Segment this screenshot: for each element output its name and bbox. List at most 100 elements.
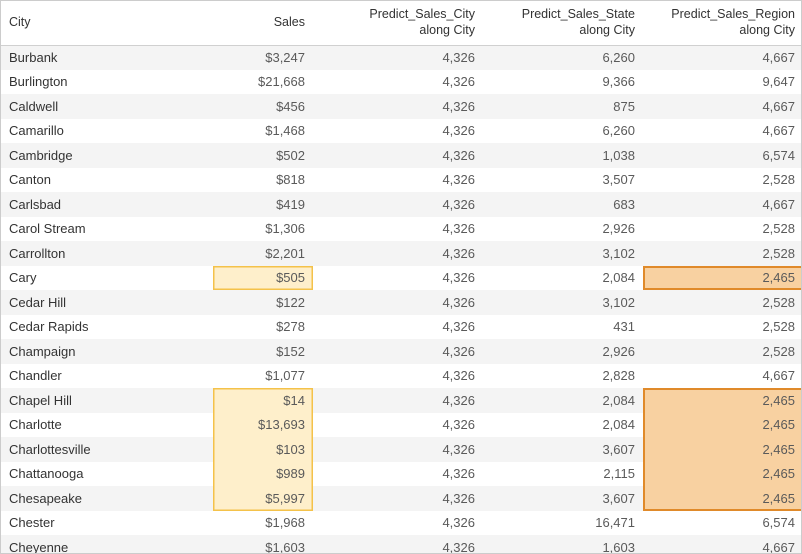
cell-pred-state[interactable]: 3,607	[483, 437, 643, 462]
table-row[interactable]: Cedar Rapids$2784,3264312,528	[1, 315, 802, 340]
cell-pred-city[interactable]: 4,326	[313, 94, 483, 119]
table-row[interactable]: Chattanooga$9894,3262,1152,465	[1, 462, 802, 487]
cell-pred-region[interactable]: 4,667	[643, 119, 802, 144]
cell-pred-city[interactable]: 4,326	[313, 388, 483, 413]
cell-pred-state[interactable]: 16,471	[483, 511, 643, 536]
cell-sales[interactable]: $278	[213, 315, 313, 340]
cell-pred-city[interactable]: 4,326	[313, 535, 483, 554]
cell-sales[interactable]: $2,201	[213, 241, 313, 266]
cell-city[interactable]: Charlotte	[1, 413, 213, 438]
col-header-pred-region[interactable]: Predict_Sales_Regionalong City	[643, 1, 802, 45]
cell-city[interactable]: Cedar Rapids	[1, 315, 213, 340]
cell-city[interactable]: Chesapeake	[1, 486, 213, 511]
cell-pred-city[interactable]: 4,326	[313, 192, 483, 217]
col-header-city[interactable]: City	[1, 1, 213, 45]
cell-pred-state[interactable]: 1,603	[483, 535, 643, 554]
cell-pred-state[interactable]: 2,084	[483, 266, 643, 291]
cell-sales[interactable]: $1,077	[213, 364, 313, 389]
cell-pred-region[interactable]: 6,574	[643, 511, 802, 536]
cell-city[interactable]: Canton	[1, 168, 213, 193]
table-row[interactable]: Charlotte$13,6934,3262,0842,465	[1, 413, 802, 438]
cell-pred-state[interactable]: 431	[483, 315, 643, 340]
cell-sales[interactable]: $1,968	[213, 511, 313, 536]
table-row[interactable]: Chester$1,9684,32616,4716,574	[1, 511, 802, 536]
table-row[interactable]: Carol Stream$1,3064,3262,9262,528	[1, 217, 802, 242]
cell-sales[interactable]: $502	[213, 143, 313, 168]
cell-pred-city[interactable]: 4,326	[313, 462, 483, 487]
table-row[interactable]: Camarillo$1,4684,3266,2604,667	[1, 119, 802, 144]
cell-city[interactable]: Carrollton	[1, 241, 213, 266]
cell-city[interactable]: Carol Stream	[1, 217, 213, 242]
cell-pred-region[interactable]: 2,528	[643, 290, 802, 315]
cell-sales[interactable]: $419	[213, 192, 313, 217]
table-row[interactable]: Cary$5054,3262,0842,465	[1, 266, 802, 291]
cell-city[interactable]: Charlottesville	[1, 437, 213, 462]
cell-city[interactable]: Carlsbad	[1, 192, 213, 217]
cell-pred-city[interactable]: 4,326	[313, 45, 483, 70]
cell-pred-region[interactable]: 2,465	[643, 462, 802, 487]
table-row[interactable]: Cedar Hill$1224,3263,1022,528	[1, 290, 802, 315]
cell-pred-city[interactable]: 4,326	[313, 413, 483, 438]
cell-city[interactable]: Chester	[1, 511, 213, 536]
cell-pred-city[interactable]: 4,326	[313, 168, 483, 193]
cell-pred-city[interactable]: 4,326	[313, 315, 483, 340]
cell-city[interactable]: Cary	[1, 266, 213, 291]
cell-pred-state[interactable]: 2,926	[483, 217, 643, 242]
cell-pred-region[interactable]: 9,647	[643, 70, 802, 95]
cell-city[interactable]: Cambridge	[1, 143, 213, 168]
cell-pred-region[interactable]: 2,465	[643, 388, 802, 413]
cell-pred-state[interactable]: 9,366	[483, 70, 643, 95]
col-header-sales[interactable]: Sales	[213, 1, 313, 45]
cell-pred-city[interactable]: 4,326	[313, 217, 483, 242]
table-row[interactable]: Cheyenne$1,6034,3261,6034,667	[1, 535, 802, 554]
table-row[interactable]: Chesapeake$5,9974,3263,6072,465	[1, 486, 802, 511]
cell-pred-city[interactable]: 4,326	[313, 339, 483, 364]
cell-pred-region[interactable]: 2,528	[643, 339, 802, 364]
cell-sales[interactable]: $122	[213, 290, 313, 315]
cell-pred-city[interactable]: 4,326	[313, 70, 483, 95]
cell-city[interactable]: Cedar Hill	[1, 290, 213, 315]
table-row[interactable]: Burlington$21,6684,3269,3669,647	[1, 70, 802, 95]
cell-city[interactable]: Caldwell	[1, 94, 213, 119]
cell-sales[interactable]: $456	[213, 94, 313, 119]
table-row[interactable]: Cambridge$5024,3261,0386,574	[1, 143, 802, 168]
cell-city[interactable]: Cheyenne	[1, 535, 213, 554]
cell-pred-region[interactable]: 4,667	[643, 192, 802, 217]
cell-city[interactable]: Burlington	[1, 70, 213, 95]
cell-pred-state[interactable]: 1,038	[483, 143, 643, 168]
cell-sales[interactable]: $13,693	[213, 413, 313, 438]
cell-pred-city[interactable]: 4,326	[313, 437, 483, 462]
cell-pred-city[interactable]: 4,326	[313, 486, 483, 511]
cell-sales[interactable]: $818	[213, 168, 313, 193]
cell-pred-state[interactable]: 6,260	[483, 119, 643, 144]
col-header-pred-state[interactable]: Predict_Sales_Statealong City	[483, 1, 643, 45]
cell-pred-region[interactable]: 2,465	[643, 437, 802, 462]
table-row[interactable]: Chapel Hill$144,3262,0842,465	[1, 388, 802, 413]
cell-pred-region[interactable]: 2,465	[643, 413, 802, 438]
cell-city[interactable]: Chapel Hill	[1, 388, 213, 413]
cell-pred-region[interactable]: 4,667	[643, 45, 802, 70]
cell-pred-state[interactable]: 2,926	[483, 339, 643, 364]
cell-sales[interactable]: $5,997	[213, 486, 313, 511]
cell-city[interactable]: Chandler	[1, 364, 213, 389]
cell-pred-region[interactable]: 2,465	[643, 266, 802, 291]
cell-pred-city[interactable]: 4,326	[313, 511, 483, 536]
cell-pred-region[interactable]: 2,528	[643, 168, 802, 193]
cell-pred-state[interactable]: 3,607	[483, 486, 643, 511]
cell-sales[interactable]: $21,668	[213, 70, 313, 95]
cell-pred-state[interactable]: 875	[483, 94, 643, 119]
cell-pred-region[interactable]: 4,667	[643, 535, 802, 554]
cell-pred-city[interactable]: 4,326	[313, 241, 483, 266]
table-row[interactable]: Burbank$3,2474,3266,2604,667	[1, 45, 802, 70]
cell-pred-city[interactable]: 4,326	[313, 119, 483, 144]
cell-pred-region[interactable]: 4,667	[643, 94, 802, 119]
cell-pred-region[interactable]: 2,528	[643, 217, 802, 242]
table-row[interactable]: Champaign$1524,3262,9262,528	[1, 339, 802, 364]
cell-pred-state[interactable]: 2,084	[483, 388, 643, 413]
cell-sales[interactable]: $1,603	[213, 535, 313, 554]
cell-pred-city[interactable]: 4,326	[313, 290, 483, 315]
cell-sales[interactable]: $103	[213, 437, 313, 462]
cell-city[interactable]: Champaign	[1, 339, 213, 364]
table-row[interactable]: Carrollton$2,2014,3263,1022,528	[1, 241, 802, 266]
cell-pred-state[interactable]: 3,102	[483, 241, 643, 266]
